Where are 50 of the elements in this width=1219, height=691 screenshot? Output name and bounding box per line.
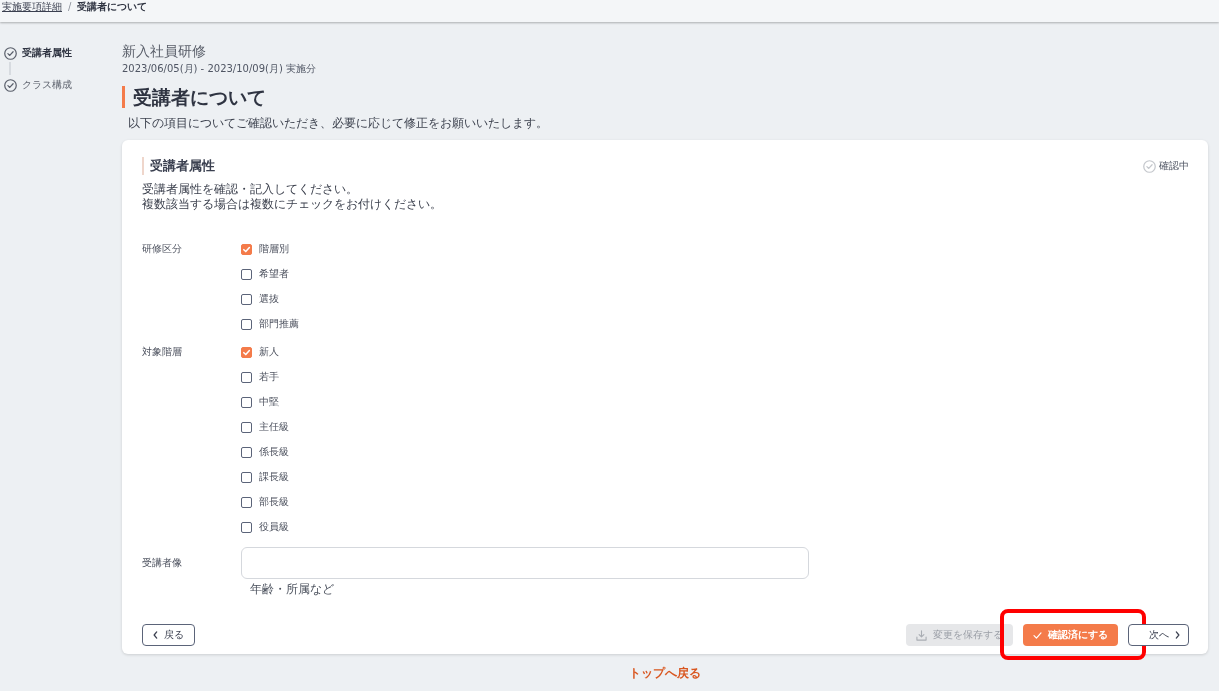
page-heading: 受講者について [122,86,266,108]
back-to-top-link[interactable]: トップへ戻る [629,666,701,680]
status-label: 確認中 [1159,159,1189,173]
chevron-right-icon [1175,631,1180,639]
checkbox[interactable] [241,268,252,280]
checkbox[interactable] [241,471,252,483]
checkbox[interactable] [241,293,252,305]
field-label: 受講者像 [142,556,182,570]
option-label[interactable]: 中堅 [259,394,279,410]
page-description: 以下の項目についてご確認いただき、必要に応じて修正をお願いいたします。 [128,116,548,131]
step-item[interactable]: クラス構成 [4,78,72,92]
hint-text: 年齢・所属など [249,582,334,596]
checkbox[interactable] [241,396,252,408]
checkbox[interactable] [241,318,252,330]
option-label[interactable]: 部門推薦 [259,316,299,332]
course-period: 2023/06/05(月) - 2023/10/09(月) 実施分 [122,62,317,76]
breadcrumb-current: 受講者について [77,1,148,13]
check-circle-icon [4,46,17,60]
option-label[interactable]: 新人 [259,344,279,360]
section-title: 受講者属性 [142,157,215,175]
field-label: 対象階層 [142,345,182,359]
instruction-text: 受講者属性を確認・記入してください。 [142,182,358,197]
option-label[interactable]: 係長級 [259,444,289,460]
option-label[interactable]: 主任級 [259,419,289,435]
instruction-text: 複数該当する場合は複数にチェックをお付けください。 [142,197,442,212]
option-label[interactable]: 部長級 [259,494,289,510]
next-button[interactable]: 次へ [1128,624,1189,646]
download-icon [916,629,927,641]
back-button[interactable]: 戻る [142,624,195,646]
option-label[interactable]: 選抜 [259,291,279,307]
option-label[interactable]: 階層別 [259,241,289,257]
option-label[interactable]: 若手 [259,369,279,385]
checkbox[interactable] [241,371,252,383]
course-title: 新入社員研修 [122,43,206,59]
breadcrumb-link[interactable]: 実施要項詳細 [2,1,62,13]
checkbox[interactable] [241,421,252,433]
option-label[interactable]: 役員級 [259,519,289,535]
checkbox[interactable] [241,446,252,458]
field-label: 研修区分 [142,242,182,256]
option-label[interactable]: 希望者 [259,266,289,282]
check-circle-icon [4,78,17,92]
step-item[interactable]: 受講者属性 [4,46,72,60]
breadcrumb-separator: / [68,1,72,13]
checkbox[interactable] [241,521,252,533]
chevron-left-icon [153,631,158,639]
option-label[interactable]: 課長級 [259,469,289,485]
checkbox[interactable] [241,243,252,255]
checkbox[interactable] [241,496,252,508]
check-icon [1033,631,1042,639]
checkbox[interactable] [241,346,252,358]
